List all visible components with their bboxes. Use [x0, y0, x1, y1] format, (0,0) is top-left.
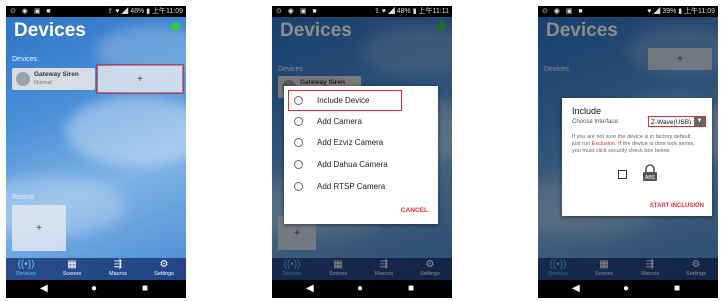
nav-macros[interactable]: ⇶ Macros: [98, 259, 138, 277]
phone-include-screen: ⊙ ◉ ▣ ■ ♥ ◢ 39% ▮ 上午11:09 Devices Device…: [538, 6, 718, 298]
interface-select[interactable]: Z-Wave(USB) ▼: [648, 116, 706, 127]
page-title: Devices: [14, 20, 86, 41]
svg-text:ABS: ABS: [645, 175, 656, 181]
back-icon[interactable]: ◀: [40, 282, 48, 296]
status-indicators: ⇪ ♥ ◢ 48% ▮ 上午11:09: [107, 8, 183, 15]
phone-devices-screen: ⊙ ◉ ▣ ■ ⇪ ♥ ◢ 48% ▮ 上午11:09 Devices Devi…: [6, 6, 186, 298]
nav-scenes[interactable]: ▦ Scenes: [52, 259, 92, 277]
system-nav-bar: ◀ ● ■: [6, 280, 186, 298]
device-card[interactable]: Gateway Siren Normal: [12, 68, 95, 90]
macros-icon: ⇶: [113, 259, 123, 270]
recent-apps-icon[interactable]: ■: [408, 282, 414, 296]
devices-section-label: Devices: [12, 56, 37, 63]
option-add-camera[interactable]: Add Camera: [294, 117, 362, 127]
home-icon[interactable]: ●: [357, 282, 363, 296]
security-checkbox[interactable]: [618, 170, 627, 179]
radio-icon: [294, 117, 303, 127]
nav-settings[interactable]: ⚙ Settings: [144, 259, 184, 277]
device-status: Normal: [34, 80, 52, 86]
include-dialog: Include Choose Interface: Z-Wave(USB) ▼ …: [562, 98, 712, 216]
bottom-nav: ((•)) Devices ▦ Scenes ⇶ Macros ⚙ Settings: [6, 258, 186, 280]
add-room-button[interactable]: +: [12, 205, 66, 251]
highlight-box: [96, 64, 184, 94]
add-menu-dialog: Include Device Add Camera Add Ezviz Came…: [284, 86, 438, 224]
rooms-section-label: Rooms: [12, 194, 35, 201]
lock-icon: ABS: [642, 164, 658, 185]
device-name: Gateway Siren: [34, 71, 79, 78]
system-nav-bar: ◀ ● ■: [272, 280, 452, 298]
siren-icon: [16, 72, 30, 86]
interface-label: Choose Interface:: [572, 119, 620, 125]
wireless-icon: ((•)): [17, 259, 35, 270]
gear-icon: ⚙: [159, 259, 169, 270]
status-bar: ⊙ ◉ ▣ ■ ⇪ ♥ ◢ 48% ▮ 上午11:09: [6, 6, 186, 17]
inclusion-instructions: If you are not sure the device is in fac…: [572, 134, 695, 154]
start-inclusion-button[interactable]: START INCLUSION: [650, 203, 704, 209]
nav-devices[interactable]: ((•)) Devices: [6, 259, 46, 277]
exclusion-link[interactable]: Exclusion: [592, 141, 616, 147]
status-bar: ⊙ ◉ ▣ ■ ⇪ ♥ ◢ 48% ▮ 上午11:11: [272, 6, 452, 17]
home-icon[interactable]: ●: [623, 282, 629, 296]
status-indicators: ♥ ◢ 39% ▮ 上午11:09: [647, 8, 715, 15]
highlight-box: [288, 90, 402, 111]
status-bar: ⊙ ◉ ▣ ■ ♥ ◢ 39% ▮ 上午11:09: [538, 6, 718, 17]
home-icon[interactable]: ●: [91, 282, 97, 296]
chevron-down-icon: ▼: [694, 117, 705, 126]
radio-icon: [294, 182, 303, 192]
phone-add-menu-screen: ⊙ ◉ ▣ ■ ⇪ ♥ ◢ 48% ▮ 上午11:11 Devices Devi…: [272, 6, 452, 298]
recent-apps-icon[interactable]: ■: [674, 282, 680, 296]
back-icon[interactable]: ◀: [572, 282, 580, 296]
option-add-ezviz-camera[interactable]: Add Ezviz Camera: [294, 138, 383, 148]
back-icon[interactable]: ◀: [306, 282, 314, 296]
status-indicators: ⇪ ♥ ◢ 48% ▮ 上午11:11: [373, 8, 449, 15]
option-add-dahua-camera[interactable]: Add Dahua Camera: [294, 160, 388, 170]
recent-apps-icon[interactable]: ■: [142, 282, 148, 296]
dialog-title: Include: [572, 106, 602, 116]
option-add-rtsp-camera[interactable]: Add RTSP Camera: [294, 182, 385, 192]
connection-status-dot: [171, 22, 180, 31]
system-nav-bar: ◀ ● ■: [538, 280, 718, 298]
cancel-button[interactable]: CANCEL: [401, 207, 428, 214]
radio-icon: [294, 160, 303, 170]
clapper-icon: ▦: [67, 259, 77, 270]
radio-icon: [294, 138, 303, 148]
